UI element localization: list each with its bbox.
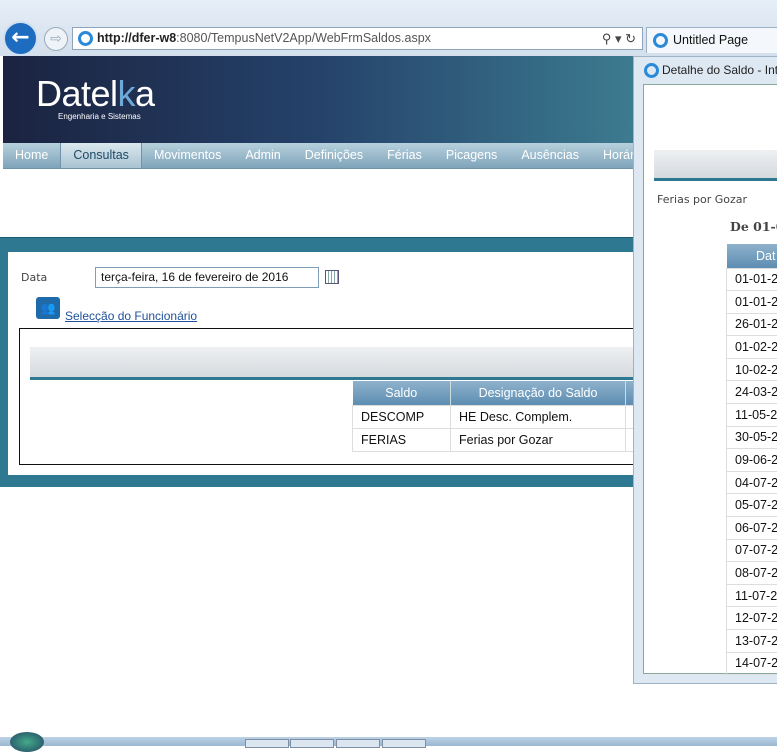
table-row[interactable]: 11-05-2 [727,404,777,427]
table-row[interactable]: 01-01-2 [727,291,777,314]
nav-item-5[interactable]: Férias [375,143,434,168]
popup-subtitle: Ferias por Gozar [657,193,747,206]
back-button[interactable]: ← [3,21,38,56]
date-input[interactable]: terça-feira, 16 de fevereiro de 2016 [95,267,319,288]
nav-item-7[interactable]: Ausências [509,143,591,168]
table-row[interactable]: 24-03-2 [727,381,777,404]
table-row[interactable]: 01-02-2 [727,336,777,359]
col-header[interactable]: Saldo [353,381,451,405]
table-row[interactable]: 13-07-2 [727,630,777,653]
date-cell: 26-01-2 [727,313,777,336]
date-label: Data [21,271,47,284]
ie-icon [78,31,93,46]
table-row[interactable]: 08-07-2 [727,562,777,585]
ie-icon [653,33,668,48]
saldos-table: SaldoDesignação do Saldo DESCOMPHE Desc.… [352,381,642,452]
forward-button[interactable]: ⇨ [44,27,68,51]
date-cell: 01-01-2 [727,268,777,291]
date-cell: 10-02-2 [727,358,777,381]
date-cell: 11-07-2 [727,584,777,607]
search-refresh-icons[interactable]: ⚲ ▾ ↻ [602,28,636,49]
datelka-logo: Datelka [36,73,155,115]
table-row[interactable]: 09-06-2 [727,449,777,472]
date-cell: 09-06-2 [727,449,777,472]
taskbar-item[interactable] [245,739,289,748]
nav-item-1[interactable]: Consultas [60,143,142,168]
logo-tagline: Engenharia e Sistemas [58,112,141,121]
table-row[interactable]: 07-07-2 [727,539,777,562]
detail-table: Dat 01-01-201-01-226-01-201-02-210-02-22… [726,244,777,675]
calendar-icon[interactable] [325,270,339,284]
date-cell: 01-02-2 [727,336,777,359]
url-path: :8080/TempusNetV2App/WebFrmSaldos.aspx [176,31,431,45]
popup-date-range: De 01-0 [730,219,777,234]
table-row[interactable]: FERIASFerias por Gozar [353,428,642,451]
start-button[interactable] [10,732,44,752]
table-row[interactable]: 26-01-2 [727,313,777,336]
col-header[interactable]: Designação do Saldo [451,381,626,405]
nav-item-3[interactable]: Admin [233,143,292,168]
url-host: http://dfer-w8 [97,31,176,45]
date-cell: 08-07-2 [727,562,777,585]
address-bar[interactable]: http://dfer-w8:8080/TempusNetV2App/WebFr… [72,27,643,50]
date-cell: 05-07-2 [727,494,777,517]
table-row[interactable]: 01-01-2 [727,268,777,291]
table-row[interactable]: 10-02-2 [727,358,777,381]
nav-item-6[interactable]: Picagens [434,143,509,168]
date-cell: 14-07-2 [727,652,777,675]
date-cell: 07-07-2 [727,539,777,562]
popup-window: Detalhe do Saldo - Int Ferias por Gozar … [633,56,777,684]
table-row[interactable]: DESCOMPHE Desc. Complem. [353,405,642,428]
date-cell: 13-07-2 [727,630,777,653]
date-cell: 24-03-2 [727,381,777,404]
date-cell: 01-01-2 [727,291,777,314]
nav-item-0[interactable]: Home [3,143,60,168]
cell: Ferias por Gozar [451,428,626,451]
taskbar-item[interactable] [382,739,426,748]
results-header-bar [30,347,633,380]
site-header: Datelka Engenharia e Sistemas [3,56,633,143]
date-cell: 30-05-2 [727,426,777,449]
date-cell: 11-05-2 [727,404,777,427]
col-header[interactable]: Dat [727,244,777,268]
cell: FERIAS [353,428,451,451]
table-row[interactable]: 12-07-2 [727,607,777,630]
date-cell: 06-07-2 [727,517,777,540]
main-nav: HomeConsultasMovimentosAdminDefiniçõesFé… [3,143,633,169]
cell: DESCOMP [353,405,451,428]
taskbar-item[interactable] [336,739,380,748]
popup-header-bar [654,150,777,181]
table-row[interactable]: 14-07-2 [727,652,777,675]
table-row[interactable]: 11-07-2 [727,584,777,607]
popup-title: Detalhe do Saldo - Int [644,63,777,77]
employee-selection-link[interactable]: Selecção do Funcionário [65,309,197,323]
table-row[interactable]: 05-07-2 [727,494,777,517]
taskbar-item[interactable] [290,739,334,748]
table-row[interactable]: 04-07-2 [727,471,777,494]
tab-title: Untitled Page [673,33,748,47]
nav-item-4[interactable]: Definições [293,143,375,168]
date-cell: 04-07-2 [727,471,777,494]
date-cell: 12-07-2 [727,607,777,630]
browser-tab[interactable]: Untitled Page [646,27,777,53]
employees-icon[interactable]: 👥 [36,297,60,319]
table-row[interactable]: 30-05-2 [727,426,777,449]
nav-item-2[interactable]: Movimentos [142,143,233,168]
table-row[interactable]: 06-07-2 [727,517,777,540]
ie-icon [644,63,659,78]
cell: HE Desc. Complem. [451,405,626,428]
